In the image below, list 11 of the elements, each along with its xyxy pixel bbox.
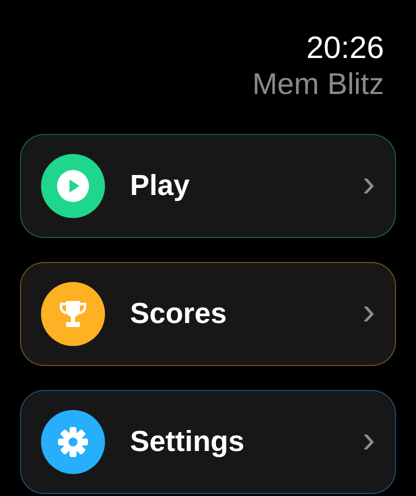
play-icon: [57, 170, 89, 202]
chevron-icon: ›: [362, 420, 375, 464]
app-title: Mem Blitz: [252, 67, 384, 103]
menu-button[interactable]: Play ›: [20, 134, 396, 238]
chevron-icon: ›: [362, 292, 375, 336]
menu-button[interactable]: Settings ›: [20, 390, 396, 494]
chevron-icon: ›: [362, 164, 375, 208]
trophy-icon: [57, 298, 89, 330]
menu-button[interactable]: Scores ›: [20, 262, 396, 366]
settings-icon: [57, 426, 89, 458]
clock-time: 20:26: [306, 30, 384, 66]
